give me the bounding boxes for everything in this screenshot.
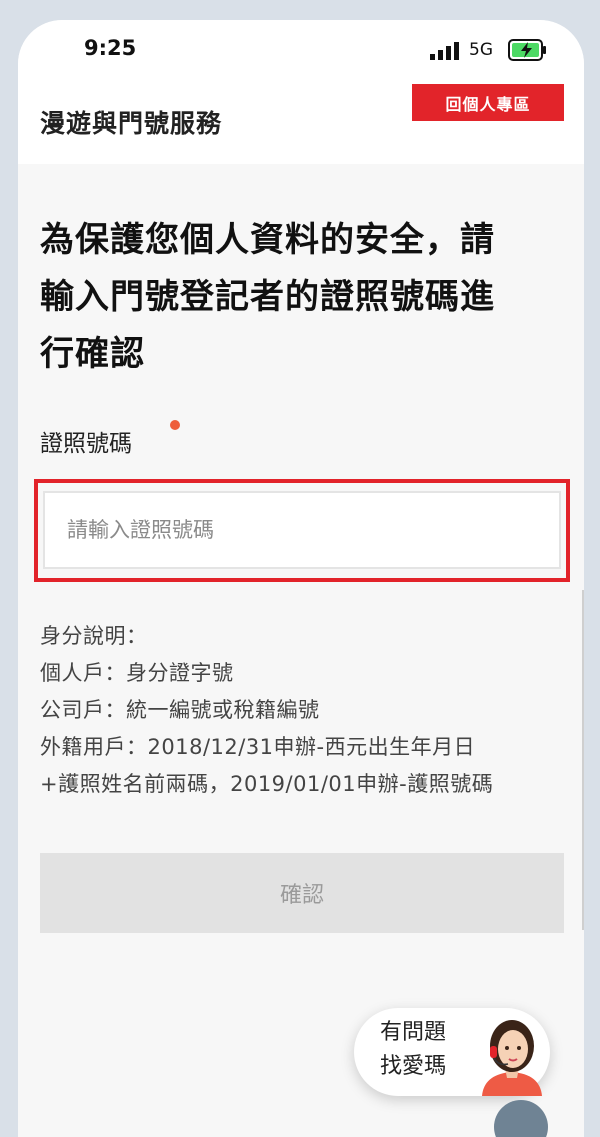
scrollbar[interactable] xyxy=(582,590,584,930)
id-info-line: +護照姓名前兩碼，2019/01/01申辦-護照號碼 xyxy=(40,772,494,796)
id-info-line: 外籍用戶：2018/12/31申辦-西元出生年月日 xyxy=(40,735,476,759)
help-chat-button[interactable]: 有問題 找愛瑪 xyxy=(354,1008,550,1096)
signal-icon xyxy=(430,42,459,60)
heading-line: 為保護您個人資料的安全，請 xyxy=(40,220,495,260)
id-info-line: 公司戶：統一編號或稅籍編號 xyxy=(40,698,320,722)
phone-screen: 9:25 5G 漫遊與門號服務 回個人專區 為保護您個人資料的安全，請 輸入門號… xyxy=(18,20,584,1137)
id-info-text: 身分說明： 個人戶：身分證字號 公司戶：統一編號或稅籍編號 外籍用戶：2018/… xyxy=(40,618,493,803)
id-number-label: 證照號碼 xyxy=(40,431,132,457)
id-info-line: 個人戶：身分證字號 xyxy=(40,661,234,685)
heading-line: 輸入門號登記者的證照號碼進 xyxy=(40,277,495,317)
page-header: 漫遊與門號服務 回個人專區 xyxy=(18,82,584,164)
help-line: 有問題 xyxy=(380,1020,447,1045)
status-time: 9:25 xyxy=(84,36,137,60)
help-text: 有問題 找愛瑪 xyxy=(380,1016,446,1084)
page-title: 漫遊與門號服務 xyxy=(40,109,223,138)
confirm-button[interactable]: 確認 xyxy=(40,853,564,933)
id-number-input[interactable] xyxy=(43,491,561,569)
help-line: 找愛瑪 xyxy=(380,1054,447,1079)
id-info-line: 身分說明： xyxy=(40,624,148,648)
floating-action-button[interactable] xyxy=(494,1100,548,1137)
assistant-avatar-icon xyxy=(482,1020,542,1096)
heading-line: 行確認 xyxy=(40,334,145,374)
network-label: 5G xyxy=(469,40,493,60)
status-bar: 9:25 5G xyxy=(18,20,584,82)
battery-charging-icon xyxy=(508,39,546,61)
required-indicator xyxy=(170,420,180,430)
back-to-personal-area-button[interactable]: 回個人專區 xyxy=(412,84,564,121)
verification-heading: 為保護您個人資料的安全，請 輸入門號登記者的證照號碼進 行確認 xyxy=(40,212,550,383)
